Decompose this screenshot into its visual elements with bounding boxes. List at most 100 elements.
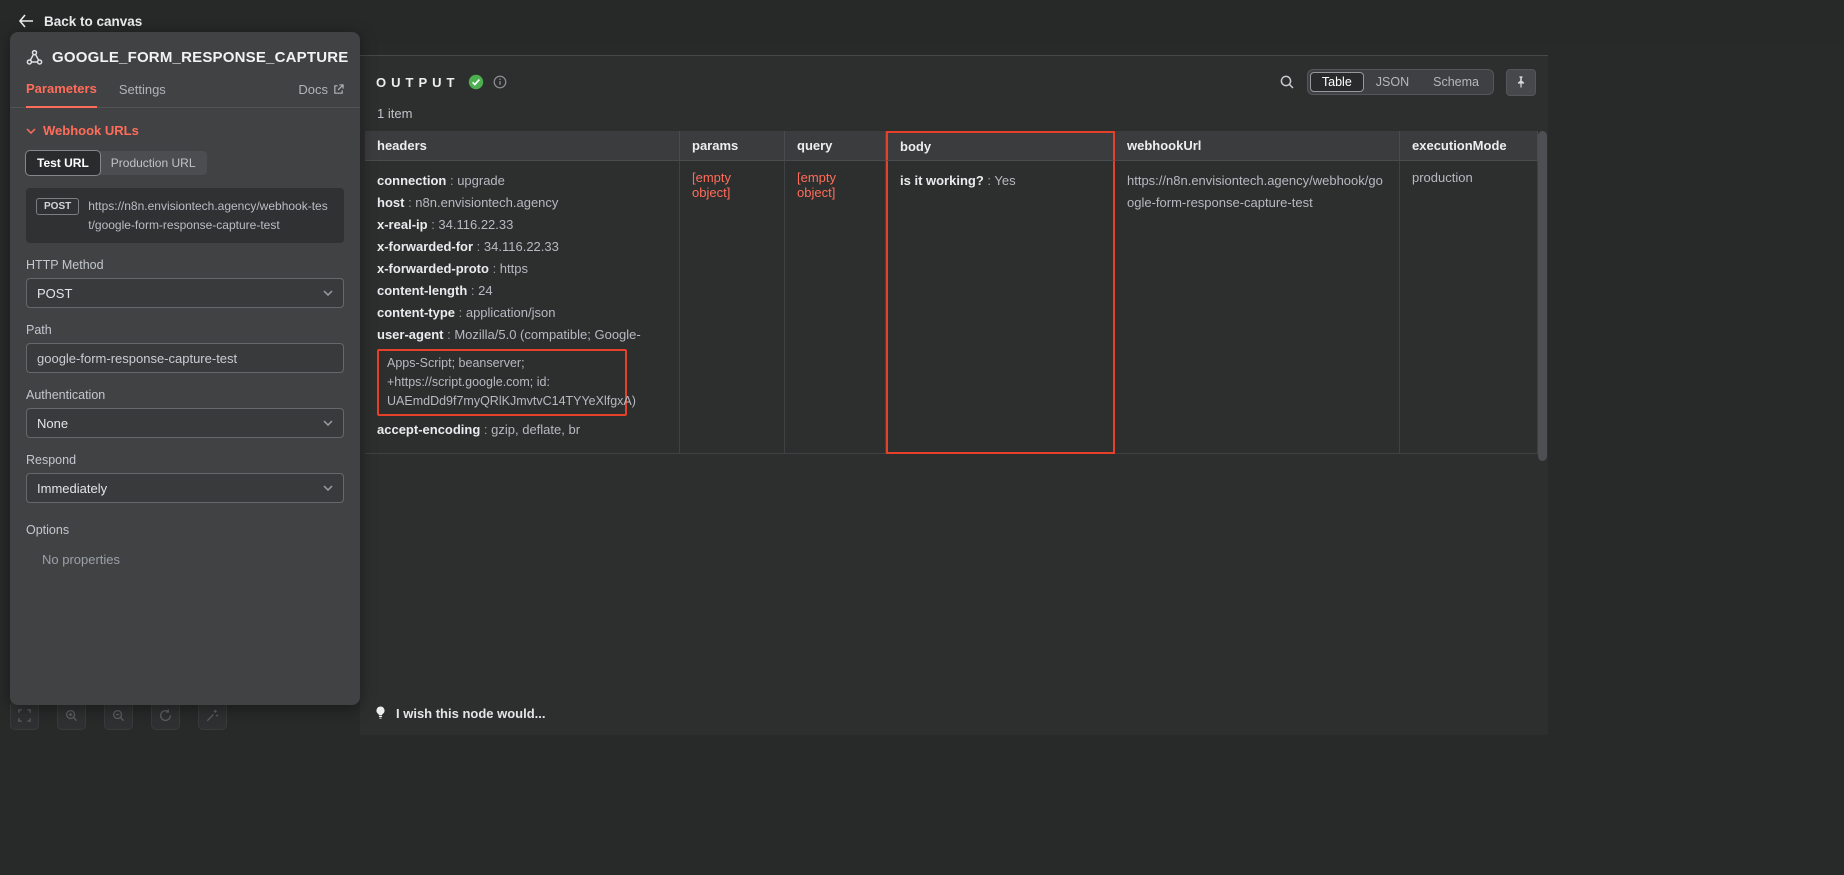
- header-key: content-length: [377, 283, 467, 298]
- header-entry: host : n8n.envisiontech.agency: [377, 192, 667, 214]
- header-entry: content-type : application/json: [377, 302, 667, 324]
- execution-mode-value: production: [1412, 170, 1473, 185]
- success-check-icon: [468, 74, 484, 90]
- body-value: Yes: [994, 173, 1015, 188]
- node-title: GOOGLE_FORM_RESPONSE_CAPTURE: [52, 49, 348, 66]
- tidy-up-icon: [205, 708, 220, 723]
- webhook-url-value: https://n8n.envisiontech.agency/webhook/…: [1127, 173, 1383, 210]
- node-panel-header: GOOGLE_FORM_RESPONSE_CAPTURE: [10, 32, 360, 66]
- cell-body: is it working? : Yes: [886, 161, 1115, 454]
- field-path: Path: [26, 323, 344, 373]
- kv-separator: :: [428, 217, 439, 232]
- header-entry: x-forwarded-for : 34.116.22.33: [377, 236, 667, 258]
- pin-data-button[interactable]: [1506, 69, 1536, 96]
- kv-separator: :: [489, 261, 500, 276]
- test-url-button[interactable]: Test URL: [26, 151, 100, 175]
- back-to-canvas-button[interactable]: Back to canvas: [18, 14, 142, 29]
- wish-label: I wish this node would...: [396, 706, 546, 721]
- tidy-up-button[interactable]: [198, 701, 227, 730]
- kv-separator: :: [467, 283, 478, 298]
- url-mode-switcher: Test URL Production URL: [26, 151, 207, 175]
- empty-object-text: [empty object]: [692, 170, 731, 200]
- lightbulb-icon: [374, 705, 387, 721]
- header-key: x-forwarded-proto: [377, 261, 489, 276]
- kv-separator: :: [984, 173, 995, 188]
- column-header-executionMode: executionMode: [1400, 131, 1538, 161]
- output-scrollbar[interactable]: [1538, 131, 1547, 461]
- header-value: upgrade: [457, 173, 505, 188]
- view-mode-switcher: Table JSON Schema: [1307, 69, 1494, 95]
- production-url-button[interactable]: Production URL: [100, 151, 207, 175]
- canvas-controls: [10, 701, 227, 730]
- header-value: gzip, deflate, br: [491, 422, 580, 437]
- header-entries: connection : upgrade host : n8n.envision…: [377, 170, 667, 324]
- view-mode-schema[interactable]: Schema: [1421, 72, 1491, 92]
- header-value: Mozilla/5.0 (compatible; Google-: [454, 327, 640, 342]
- header-key: x-real-ip: [377, 217, 428, 232]
- header-entry: connection : upgrade: [377, 170, 667, 192]
- chevron-down-icon: [323, 420, 333, 426]
- zoom-to-fit-button[interactable]: [10, 701, 39, 730]
- view-mode-table[interactable]: Table: [1310, 72, 1364, 92]
- view-mode-json[interactable]: JSON: [1364, 72, 1421, 92]
- cell-webhook-url: https://n8n.envisiontech.agency/webhook/…: [1115, 161, 1400, 454]
- user-agent-line: Apps-Script; beanserver;: [387, 354, 617, 373]
- chevron-down-icon: [323, 290, 333, 296]
- cell-query: [empty object]: [785, 161, 886, 454]
- cell-execution-mode: production: [1400, 161, 1538, 454]
- kv-separator: :: [446, 173, 457, 188]
- back-arrow-icon: [18, 14, 34, 28]
- reset-zoom-button[interactable]: [151, 701, 180, 730]
- zoom-in-icon: [64, 708, 79, 723]
- body-entry: is it working? : Yes: [900, 170, 1101, 192]
- authentication-label: Authentication: [26, 388, 344, 402]
- method-badge: POST: [36, 198, 79, 215]
- respond-select[interactable]: Immediately: [26, 473, 344, 503]
- kv-separator: :: [443, 327, 454, 342]
- search-icon[interactable]: [1279, 74, 1295, 90]
- header-entry-user-agent: user-agent : Mozilla/5.0 (compatible; Go…: [377, 324, 667, 346]
- header-value: application/json: [466, 305, 556, 320]
- header-key: user-agent: [377, 327, 443, 342]
- respond-value: Immediately: [37, 481, 107, 496]
- webhook-node-icon: [26, 49, 43, 66]
- kv-separator: :: [455, 305, 466, 320]
- webhook-urls-label: Webhook URLs: [43, 123, 139, 138]
- docs-label: Docs: [298, 82, 328, 97]
- respond-label: Respond: [26, 453, 344, 467]
- wish-feedback-button[interactable]: I wish this node would...: [374, 705, 546, 721]
- header-entry: content-length : 24: [377, 280, 667, 302]
- reset-zoom-icon: [158, 708, 173, 723]
- output-header-actions: Table JSON Schema: [1279, 69, 1536, 96]
- header-entry-accept-encoding: accept-encoding : gzip, deflate, br: [377, 419, 667, 441]
- webhook-urls-toggle[interactable]: Webhook URLs: [26, 123, 344, 138]
- authentication-select[interactable]: None: [26, 408, 344, 438]
- column-header-query: query: [785, 131, 886, 161]
- empty-object-text: [empty object]: [797, 170, 836, 200]
- body-key: is it working?: [900, 173, 984, 188]
- webhook-test-url[interactable]: https://n8n.envisiontech.agency/webhook-…: [88, 197, 334, 234]
- tab-docs[interactable]: Docs: [298, 82, 344, 107]
- column-header-webhookUrl: webhookUrl: [1115, 131, 1400, 161]
- http-method-value: POST: [37, 286, 72, 301]
- zoom-out-icon: [111, 708, 126, 723]
- external-link-icon: [333, 84, 344, 95]
- output-table: headers params query body webhookUrl exe…: [365, 131, 1538, 454]
- column-header-params: params: [680, 131, 785, 161]
- user-agent-line: +https://script.google.com; id:: [387, 373, 617, 392]
- column-header-headers: headers: [365, 131, 680, 161]
- header-key: x-forwarded-for: [377, 239, 473, 254]
- no-properties-text: No properties: [42, 552, 344, 567]
- zoom-in-button[interactable]: [57, 701, 86, 730]
- info-icon[interactable]: [493, 75, 507, 89]
- path-input[interactable]: [26, 343, 344, 373]
- chevron-down-icon: [26, 127, 36, 134]
- header-entry: x-forwarded-proto : https: [377, 258, 667, 280]
- user-agent-line: UAEmdDd9f7myQRlKJmvtvC14TYYeXlfgxA): [387, 392, 617, 411]
- http-method-select[interactable]: POST: [26, 278, 344, 308]
- zoom-out-button[interactable]: [104, 701, 133, 730]
- tab-parameters[interactable]: Parameters: [26, 81, 97, 108]
- output-header: OUTPUT Table JSON Schema: [376, 67, 1536, 97]
- output-title: OUTPUT: [376, 75, 459, 90]
- tab-settings[interactable]: Settings: [119, 82, 166, 107]
